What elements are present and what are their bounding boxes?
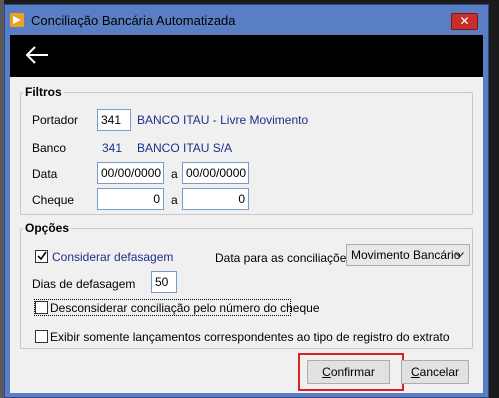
filtros-legend: Filtros (25, 85, 62, 99)
back-arrow-icon[interactable] (22, 43, 52, 67)
exibir-label[interactable]: Exibir somente lançamentos correspondent… (50, 330, 450, 344)
portador-name: BANCO ITAU - Livre Movimento (137, 113, 309, 127)
app-logo-icon (10, 13, 24, 27)
desconsiderar-label[interactable]: Desconsiderar conciliação pelo número do… (50, 301, 320, 315)
considerar-defasagem-checkbox[interactable] (35, 250, 48, 263)
cancelar-label: ancelar (419, 365, 460, 379)
close-icon: ✕ (459, 14, 470, 28)
cheque-to-input[interactable]: 0 (182, 188, 249, 210)
portador-code-input[interactable]: 341 (97, 109, 131, 131)
cancelar-button[interactable]: Cancelar (401, 360, 469, 384)
data-conciliacoes-label: Data para as conciliações (215, 251, 353, 265)
cheque-label: Cheque (32, 193, 75, 207)
chevron-down-icon (455, 252, 464, 258)
data-conciliacoes-select[interactable]: Movimento Bancário (346, 244, 470, 266)
confirmar-mnemonic: C (322, 365, 331, 379)
exibir-checkbox[interactable] (35, 330, 48, 343)
banco-name: BANCO ITAU S/A (137, 141, 233, 155)
portador-label: Portador (32, 113, 79, 127)
data-label: Data (32, 167, 58, 181)
cheque-from-input[interactable]: 0 (97, 188, 164, 210)
dialog-window: Conciliação Bancária Automatizada ✕ Filt… (4, 4, 489, 398)
considerar-defasagem-label[interactable]: Considerar defasagem (52, 250, 173, 264)
title-bar: Conciliação Bancária Automatizada ✕ (5, 5, 488, 35)
close-button[interactable]: ✕ (451, 13, 478, 30)
dias-defasagem-input[interactable]: 50 (151, 271, 177, 293)
data-from-input[interactable]: 00/00/0000 (97, 162, 164, 184)
confirmar-label: onfirmar (330, 365, 375, 379)
cancelar-mnemonic: C (410, 365, 420, 379)
data-conciliacoes-value: Movimento Bancário (351, 248, 461, 262)
window-title: Conciliação Bancária Automatizada (31, 13, 236, 28)
banco-code: 341 (102, 141, 123, 155)
data-separator: a (171, 167, 178, 181)
dialog-client-area: Filtros Portador 341 BANCO ITAU - Livre … (10, 35, 483, 393)
dias-defasagem-label: Dias de defasagem (32, 277, 136, 291)
checkmark-icon (37, 251, 47, 261)
banco-label: Banco (32, 141, 67, 155)
opcoes-legend: Opções (25, 221, 70, 235)
confirmar-button[interactable]: Confirmar (307, 360, 390, 384)
header-bar (10, 35, 483, 77)
cheque-separator: a (171, 193, 178, 207)
data-to-input[interactable]: 00/00/0000 (182, 162, 249, 184)
